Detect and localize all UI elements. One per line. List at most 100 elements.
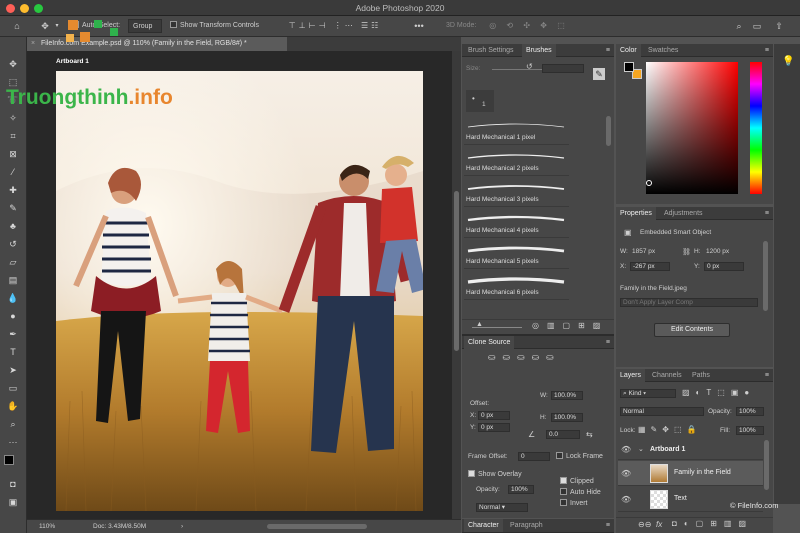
gradient-tool-icon[interactable]: ▤ [4,273,22,287]
offset-y-field[interactable]: 0 px [478,423,510,432]
size-field[interactable] [542,64,584,73]
link-layers-icon[interactable]: ⊖⊖ [638,520,651,529]
blend-mode-dropdown[interactable]: Normal [620,407,704,416]
layer-row-family[interactable]: 👁 Family in the Field [618,461,763,486]
brushes-footer-icons[interactable]: ◎▥▢⊞▨ [532,321,608,330]
properties-scrollbar[interactable] [763,241,768,311]
frame-offset-field[interactable]: 0 [518,452,550,461]
panel-menu-icon[interactable]: ≡ [606,519,610,532]
color-picker-field[interactable] [646,62,738,194]
clone-source-slots[interactable]: ⛀⛀⛀⛀⛀ [488,352,561,363]
lock-frame-checkbox[interactable]: Lock Frame [556,452,603,460]
eyedropper-icon[interactable]: ⁄ [4,165,22,179]
more-tools-icon[interactable]: ··· [4,435,22,449]
layer-comp-dropdown[interactable]: Don't Apply Layer Comp [620,298,758,307]
hand-tool-icon[interactable]: ✋ [4,399,22,413]
eraser-icon[interactable]: ▱ [4,255,22,269]
brush-preset-item[interactable]: Hard Mechanical 6 pixels [464,270,569,300]
tab-properties[interactable]: Properties [616,207,656,220]
panel-menu-icon[interactable]: ≡ [606,336,610,349]
more-options-icon[interactable]: ••• [412,19,426,33]
layers-scrollbar[interactable] [764,440,769,490]
layer-filter-icons[interactable]: ▨◐T⬚▣● [682,388,755,397]
search-icon[interactable]: ⌕ [732,19,746,33]
lock-icons[interactable]: ▦✎✥⬚🔒 [638,425,701,434]
chevron-down-icon[interactable]: ▾ [53,19,61,33]
overlay-blend-dropdown[interactable]: Normal ▾ [476,503,528,512]
edit-contents-button[interactable]: Edit Contents [654,323,730,337]
brush-preset-item[interactable]: Hard Mechanical 4 pixels [464,208,569,238]
close-tab-icon[interactable]: × [31,37,35,51]
rectangle-tool-icon[interactable]: ▭ [4,381,22,395]
tab-paragraph[interactable]: Paragraph [506,519,547,532]
pen-tool-icon[interactable]: ✒ [4,327,22,341]
clone-stamp-icon[interactable]: ♣ [4,219,22,233]
panel-menu-icon[interactable]: ≡ [765,44,769,57]
auto-hide-checkbox[interactable]: Auto Hide [560,488,601,496]
visibility-eye-icon[interactable]: 👁 [621,445,631,454]
auto-select-dropdown[interactable]: Group ▾ [128,19,162,44]
home-icon[interactable]: ⌂ [10,19,24,33]
tab-brush-settings[interactable]: Brush Settings [464,44,518,57]
artboard-photo[interactable] [56,71,423,511]
scale-w-field[interactable]: 100.0% [551,391,583,400]
offset-x-field[interactable]: 0 px [478,411,510,420]
workspace-icon[interactable]: ▭ [750,19,764,33]
screen-mode-icon[interactable]: ▣ [4,495,22,509]
zoom-tool-icon[interactable]: ⌕ [4,417,22,431]
link-icon[interactable]: ⛓ [682,248,691,256]
clipped-checkbox[interactable]: Clipped [560,477,594,485]
foreground-color-chip[interactable] [624,62,634,72]
overlay-opacity-field[interactable]: 100% [508,485,534,494]
prop-y-field[interactable]: 0 px [704,262,744,271]
tab-layers[interactable]: Layers [616,369,646,382]
panel-menu-icon[interactable]: ≡ [765,369,769,382]
panel-menu-icon[interactable]: ≡ [765,207,769,220]
scale-h-field[interactable]: 100.0% [551,413,583,422]
brush-preset-item[interactable]: Hard Mechanical 1 pixel [464,115,569,145]
chevron-down-icon[interactable]: ⌄ [638,445,644,453]
scroll-thumb[interactable] [454,191,459,351]
prop-h-value[interactable]: 1200 px [706,248,729,255]
layers-footer-icons[interactable]: ◘◐▢⊞▥▨ [672,519,753,528]
layer-style-icon[interactable]: fx [656,520,662,529]
slider-handle-icon[interactable]: ▲ [476,321,483,328]
tab-brushes[interactable]: Brushes [522,44,556,57]
tab-color[interactable]: Color [616,44,641,57]
zoom-level[interactable]: 110% [39,520,55,533]
layer-filter-dropdown[interactable]: ⌕ Kind ▾ [620,389,676,398]
color-picker-cursor[interactable] [646,180,652,186]
brush-tool-icon[interactable]: ✎ [4,201,22,215]
dodge-tool-icon[interactable]: ● [4,309,22,323]
show-transform-checkbox[interactable]: Show Transform Controls [170,19,259,33]
move-tool-icon[interactable]: ✥ [4,57,22,71]
brush-preset-item[interactable]: Hard Mechanical 2 pixels [464,146,569,176]
brush-preset-item[interactable]: Hard Mechanical 3 pixels [464,177,569,207]
quick-mask-icon[interactable]: ◘ [4,477,22,491]
tab-paths[interactable]: Paths [688,369,714,382]
recent-brush-preset[interactable]: • 1 [466,90,494,112]
brush-preset-item[interactable]: Hard Mechanical 5 pixels [464,239,569,269]
healing-brush-icon[interactable]: ✚ [4,183,22,197]
lightbulb-icon[interactable]: 💡 [782,56,794,67]
reset-icon[interactable]: ↺ [526,62,533,71]
brush-options-icon[interactable]: ✎ [593,68,605,80]
hue-slider[interactable] [750,62,762,194]
angle-field[interactable]: 0.0 [546,430,580,439]
layer-row-artboard[interactable]: 👁 ⌄ Artboard 1 [618,440,763,460]
tab-clone-source[interactable]: Clone Source [464,336,515,349]
flip-horizontal-icon[interactable]: ⇆ [586,430,593,439]
canvas-vertical-scrollbar[interactable] [452,51,461,519]
move-tool-icon[interactable]: ✥ [38,19,52,33]
show-overlay-checkbox[interactable]: Show Overlay [468,470,522,478]
3d-mode-icons[interactable]: ◎ ⟲ ✣ ✥ ⬚ [484,19,574,33]
blur-tool-icon[interactable]: 💧 [4,291,22,305]
path-selection-icon[interactable]: ➤ [4,363,22,377]
opacity-field[interactable]: 100% [736,407,764,416]
type-tool-icon[interactable]: T [4,345,22,359]
align-icons[interactable]: ⊤⊥⊢⊣ ⋮⋯ ☰☷ [270,19,400,33]
invert-checkbox[interactable]: Invert [560,499,588,507]
document-size[interactable]: Doc: 3.43M/8.50M [93,520,146,533]
prop-w-value[interactable]: 1857 px [632,248,655,255]
tab-adjustments[interactable]: Adjustments [660,207,707,220]
